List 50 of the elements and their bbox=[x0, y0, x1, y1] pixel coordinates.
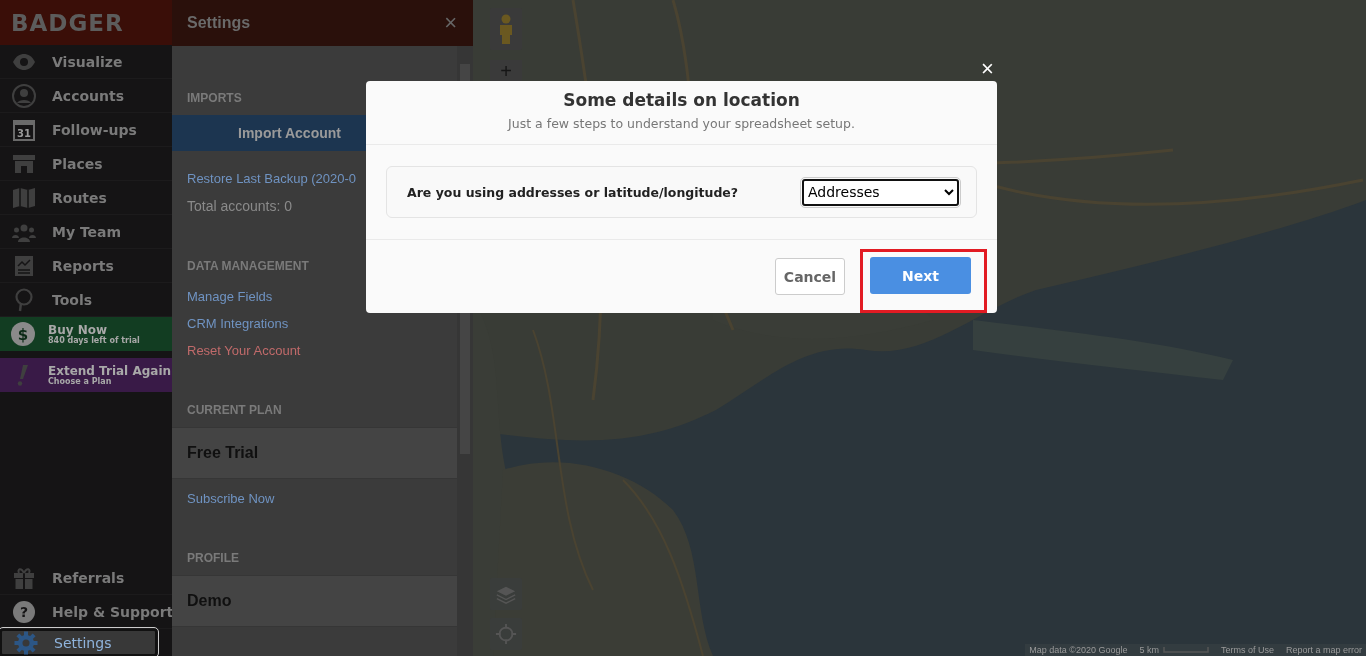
settings-link[interactable]: Reset Your Account bbox=[187, 343, 301, 358]
section-heading: DATA MANAGEMENT bbox=[187, 259, 309, 273]
nav-item[interactable]: Referrals bbox=[0, 561, 172, 595]
nav-item[interactable]: My Team bbox=[0, 215, 172, 249]
section-heading: PROFILE bbox=[187, 551, 239, 565]
close-button[interactable]: × bbox=[979, 58, 996, 80]
person-icon[interactable] bbox=[490, 8, 522, 50]
promo-title: Buy Now bbox=[48, 323, 109, 336]
dialog-subtitle: Just a few steps to understand your spreadsheet setup. bbox=[508, 116, 855, 131]
promo-banner[interactable]: Extend Trial Again Choose a Plan bbox=[0, 358, 172, 392]
section-heading: IMPORTS bbox=[187, 91, 242, 105]
terms-link[interactable]: Terms of Use bbox=[1220, 645, 1274, 655]
promo-subtitle: Choose a Plan bbox=[48, 377, 113, 386]
panel-title: Settings bbox=[187, 14, 251, 32]
dollar-icon: $ bbox=[11, 321, 35, 347]
promo-banner[interactable]: $ Buy Now 840 days left of trial bbox=[0, 317, 172, 351]
nav-item[interactable]: Places bbox=[0, 147, 172, 181]
settings-link[interactable]: Subscribe Now bbox=[187, 491, 275, 506]
section-heading: CURRENT PLAN bbox=[187, 403, 282, 417]
question-label: Are you using addresses or latitude/longitude? bbox=[407, 184, 739, 200]
close-button[interactable]: × bbox=[442, 12, 459, 34]
calendar-icon: 31 bbox=[12, 117, 36, 142]
locate-icon[interactable] bbox=[490, 618, 522, 650]
settings-link[interactable]: Restore Last Backup (2020-0 bbox=[187, 171, 357, 186]
gift-icon bbox=[12, 565, 36, 590]
scale-label: 5 km bbox=[1139, 645, 1159, 655]
report-icon bbox=[12, 253, 36, 278]
nav-item[interactable]: 31 Follow-ups bbox=[0, 113, 172, 147]
promo-title: Extend Trial Again bbox=[48, 364, 172, 377]
layers-icon[interactable] bbox=[490, 578, 522, 610]
nav-item[interactable]: Routes bbox=[0, 181, 172, 215]
dialog-title: Some details on location bbox=[563, 90, 800, 110]
nav-item[interactable]: Visualize bbox=[0, 45, 172, 79]
report-link[interactable]: Report a map error bbox=[1285, 645, 1362, 655]
scale-bar bbox=[1162, 647, 1209, 653]
app-logo: BADGER bbox=[0, 0, 172, 45]
settings-link[interactable]: CRM Integrations bbox=[187, 316, 289, 331]
nav-item[interactable]: Reports bbox=[0, 249, 172, 283]
location-type-select[interactable]: Addresses bbox=[802, 178, 959, 206]
cancel-button[interactable]: Cancel bbox=[775, 258, 845, 295]
user-icon bbox=[12, 83, 36, 108]
help-icon: ? bbox=[12, 599, 36, 624]
map-attribution: Map data ©2020 Google bbox=[1029, 645, 1128, 655]
next-button[interactable]: Next bbox=[870, 257, 971, 294]
nav-item[interactable]: Settings bbox=[0, 629, 157, 656]
nav-item[interactable]: Accounts bbox=[0, 79, 172, 113]
promo-subtitle: 840 days left of trial bbox=[48, 336, 140, 345]
settings-link[interactable]: Manage Fields bbox=[187, 289, 273, 304]
account-count: Total accounts: 0 bbox=[187, 198, 293, 214]
map-icon bbox=[12, 185, 36, 210]
